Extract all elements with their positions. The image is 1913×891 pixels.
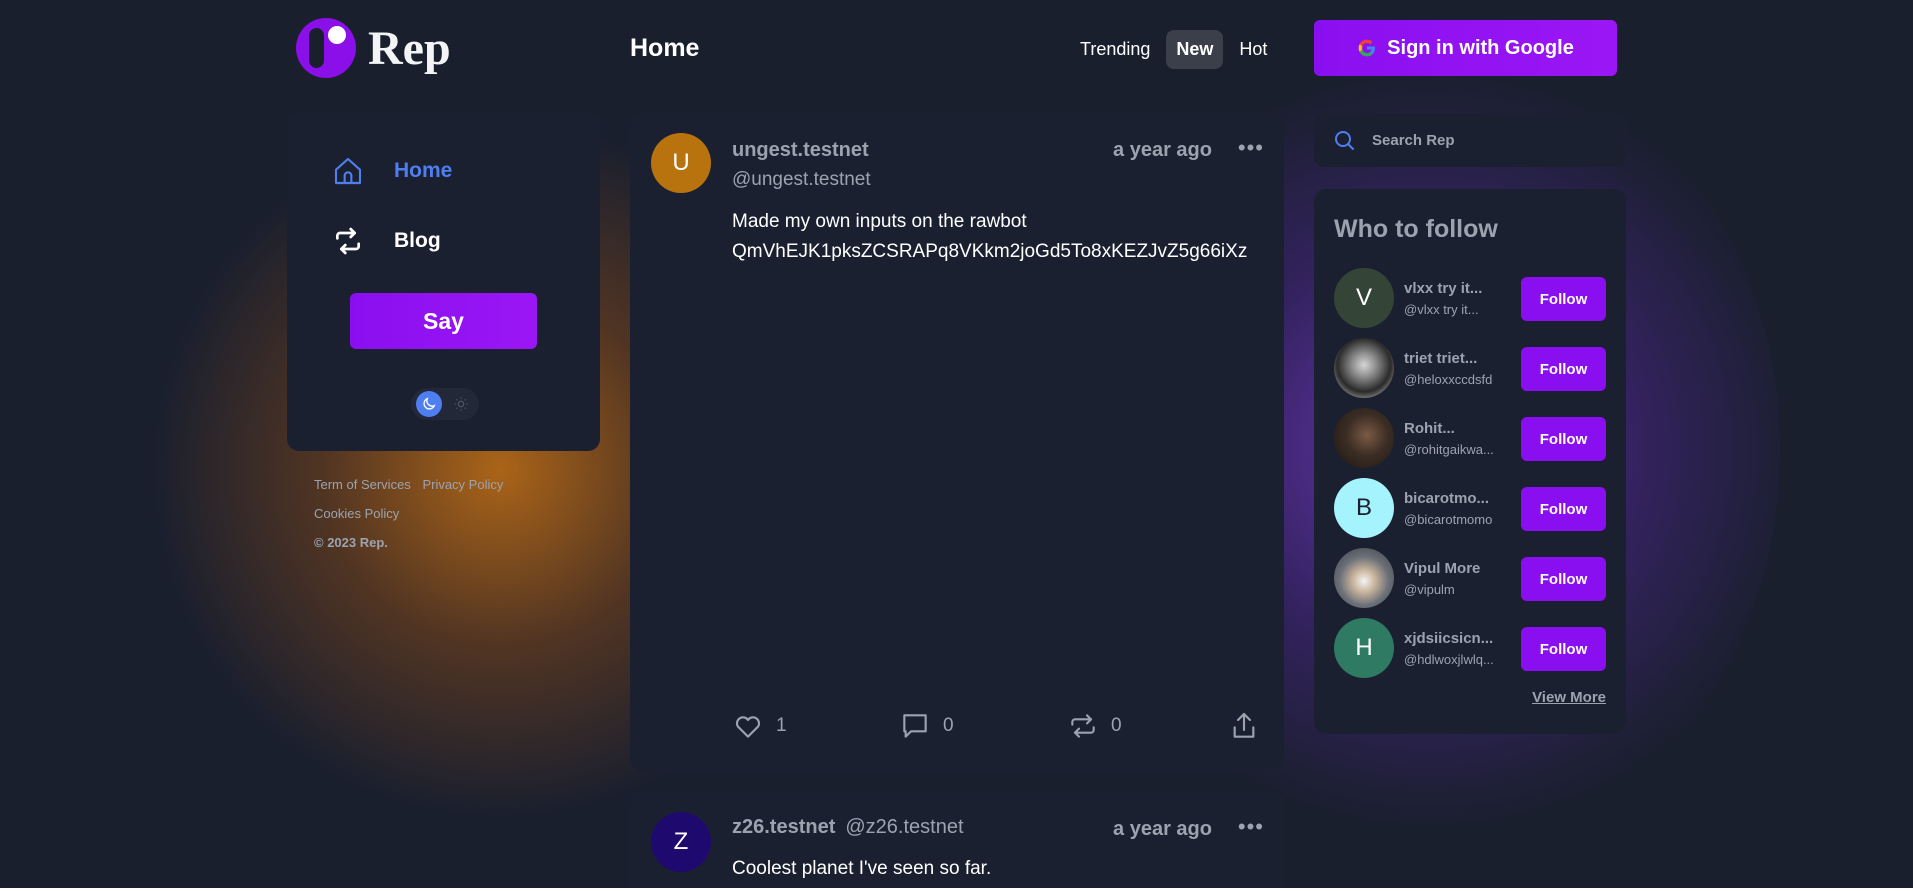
search-bar[interactable] bbox=[1314, 113, 1626, 167]
like-button[interactable]: 1 bbox=[732, 710, 787, 742]
follow-button[interactable]: Follow bbox=[1521, 347, 1606, 391]
repost-icon bbox=[1071, 714, 1095, 738]
follow-suggestion: Rohit... @rohitgaikwa... Follow bbox=[1334, 408, 1606, 468]
post-body: Made my own inputs on the rawbot QmVhEJK… bbox=[732, 207, 1262, 267]
post-body-line: QmVhEJK1pksZCSRAPq8VKkm2joGd5To8xKEZJvZ5… bbox=[732, 241, 1248, 262]
like-count: 1 bbox=[776, 715, 787, 736]
tab-new[interactable]: New bbox=[1166, 30, 1224, 69]
terms-link[interactable]: Term of Services bbox=[314, 477, 411, 492]
home-icon bbox=[334, 157, 362, 185]
share-icon bbox=[1233, 712, 1255, 738]
suggestion-name[interactable]: Vipul More bbox=[1404, 560, 1496, 577]
suggestion-handle: @vlxx try it... bbox=[1404, 302, 1479, 317]
suggestion-handle: @vipulm bbox=[1404, 582, 1455, 597]
follow-button[interactable]: Follow bbox=[1521, 627, 1606, 671]
brand-name: Rep bbox=[368, 21, 451, 75]
follow-suggestion: V vlxx try it... @vlxx try it... Follow bbox=[1334, 268, 1606, 328]
suggestion-handle: @hdlwoxjlwlq... bbox=[1404, 652, 1494, 667]
suggestion-name[interactable]: xjdsiicsicn... bbox=[1404, 630, 1496, 647]
follow-button[interactable]: Follow bbox=[1521, 557, 1606, 601]
comment-button[interactable]: 0 bbox=[899, 710, 954, 742]
search-input[interactable] bbox=[1372, 131, 1612, 149]
google-icon bbox=[1358, 39, 1376, 57]
sign-in-google-button[interactable]: Sign in with Google bbox=[1314, 20, 1617, 76]
who-to-follow-card: Who to follow V vlxx try it... @vlxx try… bbox=[1314, 189, 1626, 734]
follow-button[interactable]: Follow bbox=[1521, 487, 1606, 531]
follow-suggestion: H xjdsiicsicn... @hdlwoxjlwlq... Follow bbox=[1334, 618, 1606, 678]
more-options-icon[interactable]: ••• bbox=[1238, 135, 1264, 161]
theme-toggle[interactable] bbox=[411, 388, 479, 420]
follow-suggestion: Vipul More @vipulm Follow bbox=[1334, 548, 1606, 608]
avatar[interactable]: Z bbox=[651, 812, 711, 872]
brand-logo[interactable]: Rep bbox=[296, 18, 451, 78]
footer-links: Term of Services Privacy Policy Cookies … bbox=[314, 470, 511, 557]
feed-tabs: Trending New Hot bbox=[1070, 30, 1277, 69]
search-icon bbox=[1335, 131, 1354, 150]
sign-in-label: Sign in with Google bbox=[1387, 36, 1574, 59]
avatar[interactable]: H bbox=[1334, 618, 1394, 678]
follow-button[interactable]: Follow bbox=[1521, 417, 1606, 461]
sidebar-item-home[interactable]: Home bbox=[332, 155, 452, 187]
moon-icon[interactable] bbox=[416, 391, 442, 417]
avatar[interactable]: V bbox=[1334, 268, 1394, 328]
avatar[interactable] bbox=[1334, 408, 1394, 468]
suggestion-name[interactable]: bicarotmo... bbox=[1404, 490, 1496, 507]
post-author-handle[interactable]: @z26.testnet bbox=[845, 816, 963, 839]
view-more-link[interactable]: View More bbox=[1532, 689, 1606, 706]
who-to-follow-title: Who to follow bbox=[1334, 215, 1498, 243]
suggestion-handle: @rohitgaikwa... bbox=[1404, 442, 1494, 457]
post-body-line: Made my own inputs on the rawbot bbox=[732, 211, 1027, 232]
post-actions: 1 0 0 bbox=[732, 710, 1262, 746]
avatar[interactable] bbox=[1334, 548, 1394, 608]
avatar[interactable] bbox=[1334, 338, 1394, 398]
avatar[interactable]: B bbox=[1334, 478, 1394, 538]
more-options-icon[interactable]: ••• bbox=[1238, 814, 1264, 840]
sun-icon[interactable] bbox=[448, 391, 474, 417]
post-timestamp: a year ago bbox=[1113, 139, 1212, 161]
follow-button[interactable]: Follow bbox=[1521, 277, 1606, 321]
share-button[interactable] bbox=[1228, 710, 1260, 742]
follow-suggestion: triet triet... @heloxxccdsfd Follow bbox=[1334, 338, 1606, 398]
tab-hot[interactable]: Hot bbox=[1229, 30, 1277, 69]
repost-count: 0 bbox=[1111, 715, 1122, 736]
avatar[interactable]: U bbox=[651, 133, 711, 193]
post-card[interactable]: Z z26.testnet @z26.testnet a year ago ••… bbox=[630, 792, 1284, 891]
suggestion-handle: @bicarotmomo bbox=[1404, 512, 1493, 527]
suggestion-handle: @heloxxccdsfd bbox=[1404, 372, 1493, 387]
suggestion-name[interactable]: vlxx try it... bbox=[1404, 280, 1496, 297]
post-author-name[interactable]: z26.testnet bbox=[732, 816, 835, 839]
tab-trending[interactable]: Trending bbox=[1070, 30, 1160, 69]
sidebar-item-label: Blog bbox=[394, 229, 441, 252]
page-title: Home bbox=[630, 34, 700, 62]
logo-icon bbox=[296, 18, 356, 78]
privacy-link[interactable]: Privacy Policy bbox=[422, 477, 503, 492]
sidebar-item-blog[interactable]: Blog bbox=[332, 225, 441, 257]
post-timestamp: a year ago bbox=[1113, 818, 1212, 840]
say-button[interactable]: Say bbox=[350, 293, 537, 349]
suggestion-name[interactable]: triet triet... bbox=[1404, 350, 1496, 367]
post-author-handle[interactable]: @ungest.testnet bbox=[732, 169, 871, 191]
follow-suggestion: B bicarotmo... @bicarotmomo Follow bbox=[1334, 478, 1606, 538]
suggestion-name[interactable]: Rohit... bbox=[1404, 420, 1496, 437]
post-author-name[interactable]: ungest.testnet bbox=[732, 139, 869, 162]
cookies-link[interactable]: Cookies Policy bbox=[314, 506, 399, 521]
post-card[interactable]: U ungest.testnet @ungest.testnet a year … bbox=[630, 113, 1284, 771]
repost-button[interactable]: 0 bbox=[1067, 710, 1122, 742]
heart-icon bbox=[735, 716, 761, 738]
comment-count: 0 bbox=[943, 715, 954, 736]
post-body: Coolest planet I've seen so far. bbox=[732, 858, 992, 879]
comment-icon bbox=[903, 714, 927, 738]
repost-icon bbox=[336, 227, 360, 255]
copyright: © 2023 Rep. bbox=[314, 535, 388, 550]
sidebar-item-label: Home bbox=[394, 159, 453, 182]
sidebar-nav: Home Blog Say bbox=[287, 113, 600, 451]
